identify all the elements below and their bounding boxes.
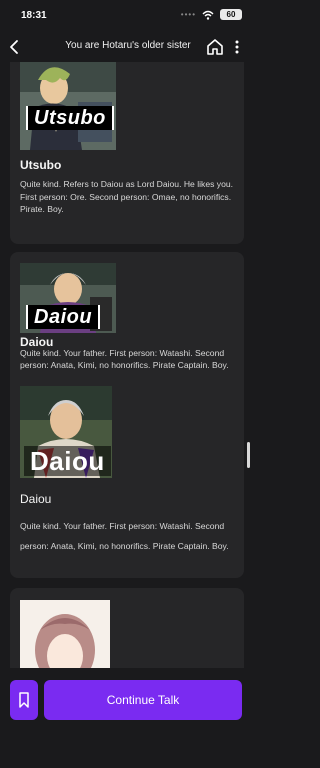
character-portrait-utsubo: Utsubo bbox=[20, 62, 116, 150]
signal-icon: •••• bbox=[180, 10, 196, 19]
character-name: Daiou bbox=[20, 335, 54, 349]
character-name-label: Daiou bbox=[26, 305, 101, 329]
character-name: Daiou bbox=[20, 492, 52, 506]
character-list[interactable]: Utsubo Utsubo Quite kind. Refers to Daio… bbox=[0, 62, 256, 668]
wifi-icon bbox=[202, 10, 214, 20]
character-portrait-daiou: Daiou bbox=[20, 263, 116, 333]
character-description: Quite kind. Your father. First person: W… bbox=[20, 348, 229, 370]
character-name-label: Utsubo bbox=[26, 106, 114, 130]
page-title: You are Hotaru's older sister bbox=[65, 40, 191, 51]
scrollbar-thumb[interactable] bbox=[247, 442, 250, 468]
character-card-daiou[interactable]: Daiou Daiou Quite kind. Your father. Fir… bbox=[10, 252, 244, 578]
bottom-action-bar: Continue Talk bbox=[0, 668, 256, 768]
status-icons: •••• 60 bbox=[181, 9, 242, 20]
character-portrait-next bbox=[20, 600, 110, 668]
character-description: Quite kind. Your father. First person: W… bbox=[20, 521, 229, 551]
bookmark-icon bbox=[19, 692, 29, 708]
battery-icon: 60 bbox=[220, 9, 242, 20]
continue-talk-button[interactable]: Continue Talk bbox=[44, 680, 242, 720]
status-time: 18:31 bbox=[21, 10, 47, 21]
character-card-utsubo[interactable]: Utsubo Utsubo Quite kind. Refers to Daio… bbox=[10, 62, 244, 244]
character-description: Quite kind. Refers to Daiou as Lord Daio… bbox=[20, 179, 234, 214]
status-bar: 18:31 •••• 60 bbox=[0, 0, 256, 30]
header: You are Hotaru's older sister bbox=[0, 32, 256, 62]
character-portrait-daiou-large: Daiou bbox=[20, 386, 112, 478]
character-card-next[interactable] bbox=[10, 588, 244, 668]
back-arrow-icon[interactable] bbox=[8, 38, 22, 56]
character-name: Utsubo bbox=[20, 158, 62, 172]
home-icon[interactable] bbox=[206, 38, 224, 56]
bookmark-button[interactable] bbox=[10, 680, 38, 720]
character-name-label: Daiou bbox=[24, 446, 111, 476]
more-options-icon[interactable] bbox=[232, 38, 242, 56]
